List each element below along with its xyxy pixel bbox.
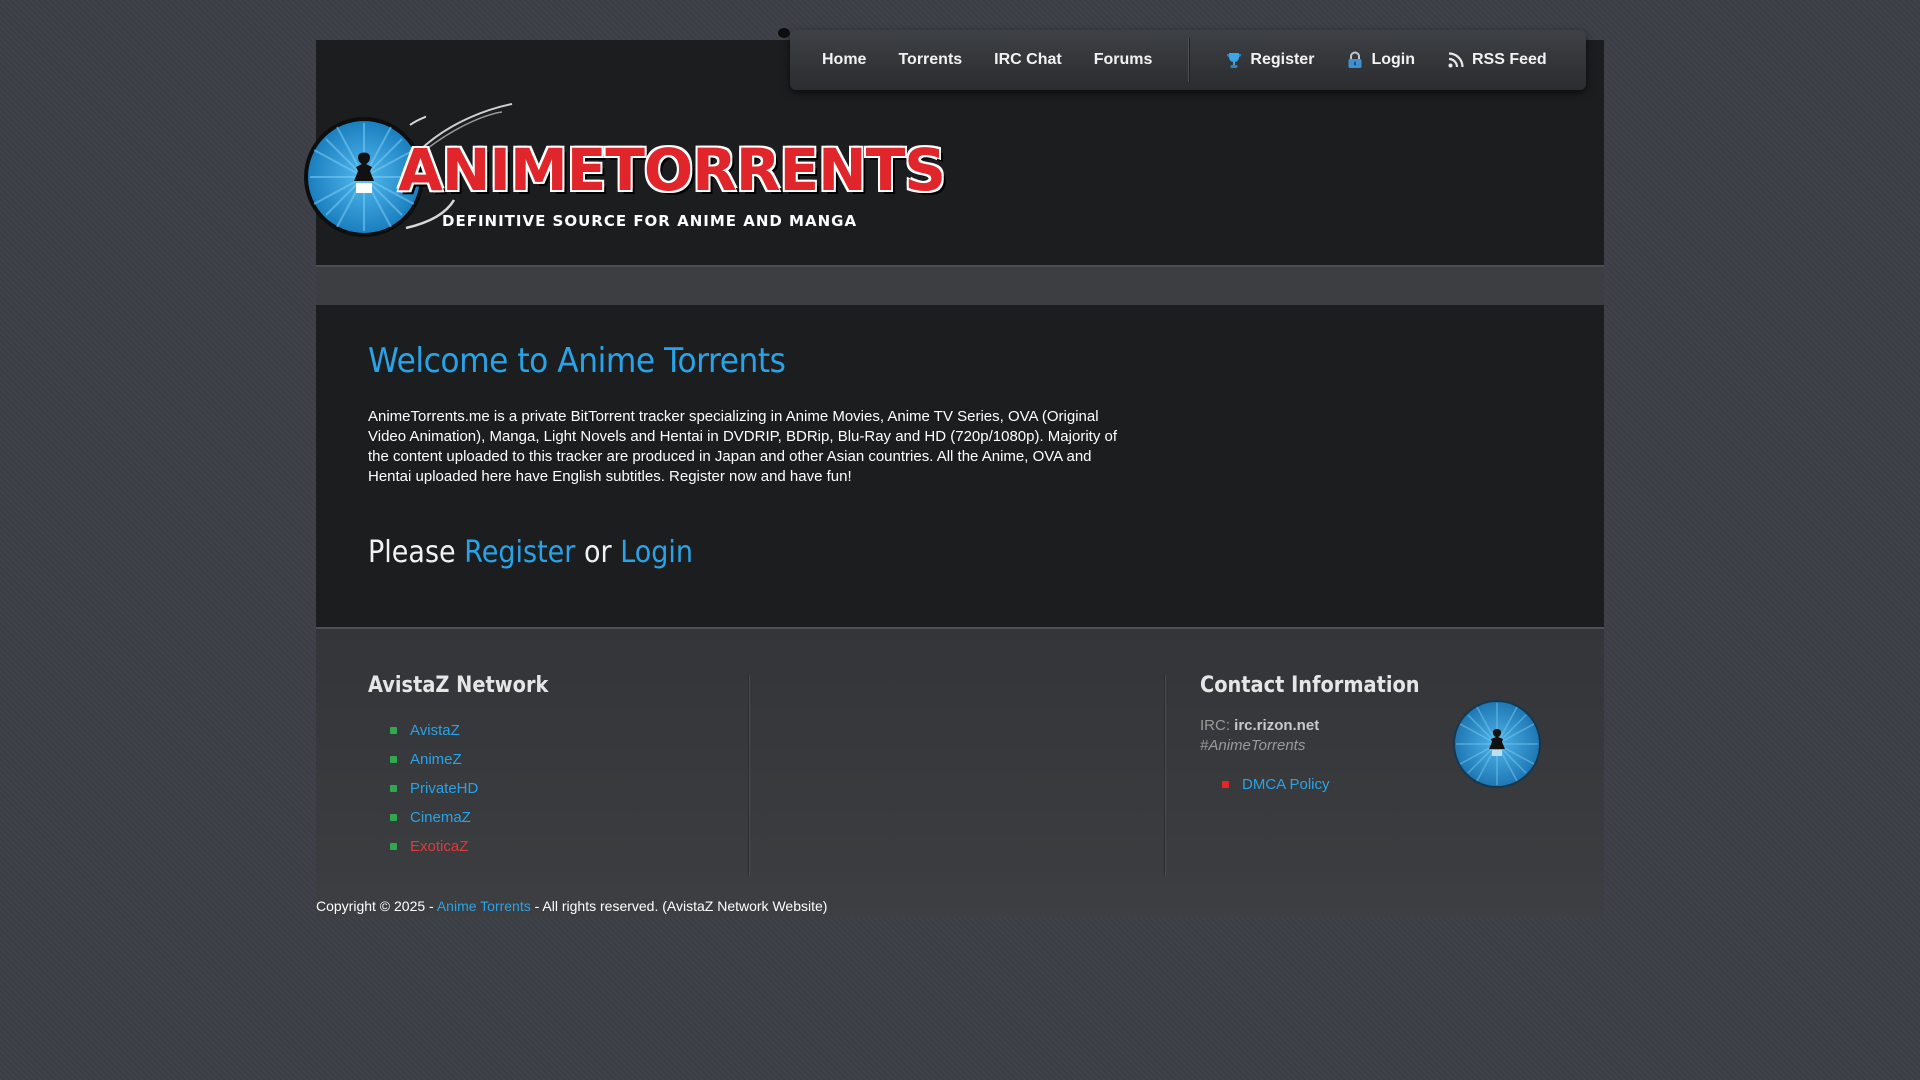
list-item: CinemaZ — [390, 803, 573, 832]
dmca-policy-link[interactable]: DMCA Policy — [1242, 776, 1330, 793]
nav-register-link[interactable]: Register — [1225, 51, 1314, 69]
list-item: PrivateHD — [390, 774, 573, 803]
logo-title: ANIMETORRENTS — [398, 136, 946, 204]
bullet-icon — [390, 785, 397, 792]
irc-label: IRC: — [1200, 717, 1230, 734]
footer-divider-right — [1164, 675, 1165, 875]
contact-title: Contact Information — [1200, 673, 1420, 698]
network-title: AvistaZ Network — [368, 673, 549, 698]
network-link-avistaz[interactable]: AvistaZ — [410, 722, 460, 739]
prompt-or: or — [583, 535, 612, 570]
bullet-icon — [390, 814, 397, 821]
nav-separator — [1188, 38, 1190, 82]
network-link-animez[interactable]: AnimeZ — [410, 751, 462, 768]
bullet-icon — [390, 843, 397, 850]
nav-corner-dot — [778, 28, 790, 38]
copyright-suffix: - All rights reserved. (AvistaZ Network … — [534, 898, 828, 914]
list-item: ExoticaZ — [390, 832, 573, 861]
mascot-badge-icon — [1453, 700, 1541, 788]
copyright-site-link[interactable]: Anime Torrents — [437, 898, 531, 914]
nav-login-label: Login — [1371, 51, 1415, 68]
site-header: Home Torrents IRC Chat Forums Register L… — [304, 28, 1604, 267]
nav-login-link[interactable]: Login — [1346, 51, 1415, 69]
network-link-cinemaz[interactable]: CinemaZ — [410, 809, 471, 826]
network-link-exoticaz[interactable]: ExoticaZ — [410, 838, 468, 855]
prompt-login-link[interactable]: Login — [620, 535, 693, 570]
rss-icon — [1448, 52, 1464, 68]
site-logo[interactable]: ANIMETORRENTS DEFINITIVE SOURCE FOR ANIM… — [302, 100, 962, 250]
network-link-privatehd[interactable]: PrivateHD — [410, 780, 478, 797]
welcome-panel: Welcome to Anime Torrents AnimeTorrents.… — [316, 305, 1604, 629]
header-subbar — [316, 267, 1604, 305]
welcome-title: Welcome to Anime Torrents — [368, 341, 786, 381]
nav-rss-label: RSS Feed — [1471, 51, 1547, 68]
nav-account-links: Register Login RSS Feed — [1225, 51, 1547, 69]
site-footer: AvistaZ Network AvistaZ AnimeZ PrivateHD… — [316, 629, 1604, 917]
copyright-line: Copyright © 2025 - Anime Torrents - All … — [316, 898, 827, 914]
network-column: AvistaZ Network AvistaZ AnimeZ PrivateHD… — [368, 673, 573, 861]
page-wrapper: Home Torrents IRC Chat Forums Register L… — [304, 28, 1604, 917]
list-item: AnimeZ — [390, 745, 573, 774]
bullet-icon — [1222, 781, 1229, 788]
prompt-prefix: Please — [368, 535, 456, 570]
network-links-list: AvistaZ AnimeZ PrivateHD CinemaZ Exotica… — [368, 716, 573, 861]
prompt-register-link[interactable]: Register — [464, 535, 575, 570]
nav-main-links: Home Torrents IRC Chat Forums — [790, 51, 1152, 69]
trophy-icon — [1227, 53, 1242, 68]
nav-register-label: Register — [1250, 51, 1315, 68]
intro-text: AnimeTorrents.me is a private BitTorrent… — [368, 408, 1117, 485]
bullet-icon — [390, 756, 397, 763]
register-login-prompt: Please Register or Login — [368, 535, 1434, 570]
list-item: AvistaZ — [390, 716, 573, 745]
nav-irc-chat-link[interactable]: IRC Chat — [994, 51, 1062, 69]
top-navigation: Home Torrents IRC Chat Forums Register L… — [778, 28, 1586, 90]
footer-divider-left — [748, 675, 749, 875]
irc-server: irc.rizon.net — [1234, 717, 1320, 734]
nav-forums-link[interactable]: Forums — [1094, 51, 1153, 69]
lock-icon — [1348, 51, 1362, 68]
copyright-prefix: Copyright © 2025 - — [316, 898, 434, 914]
nav-rss-link[interactable]: RSS Feed — [1447, 51, 1547, 69]
bullet-icon — [390, 727, 397, 734]
logo-subtitle: DEFINITIVE SOURCE FOR ANIME AND MANGA — [442, 212, 858, 230]
nav-torrents-link[interactable]: Torrents — [898, 51, 962, 69]
nav-home-link[interactable]: Home — [822, 51, 866, 69]
